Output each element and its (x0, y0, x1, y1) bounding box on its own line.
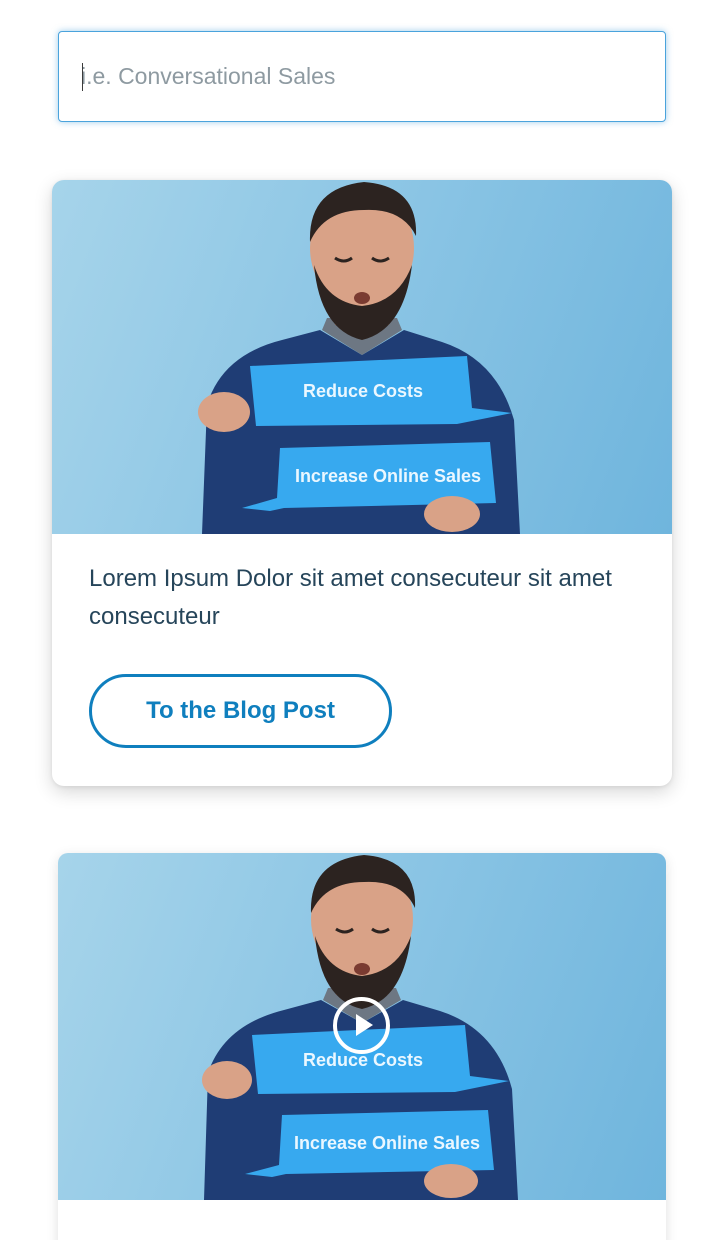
sign-text-top: Reduce Costs (303, 381, 423, 401)
blog-card-image: Reduce Costs Increase Online Sales (52, 180, 672, 534)
blog-card-text: Lorem Ipsum Dolor sit amet consecuteur s… (89, 565, 612, 630)
sign-text-bottom: Increase Online Sales (295, 466, 481, 486)
text-caret (82, 63, 83, 91)
video-card-image[interactable]: Reduce Costs Increase Online Sales (58, 853, 666, 1200)
page: Reduce Costs Increase Online Sales Lorem… (0, 0, 722, 1240)
blog-post-button[interactable]: To the Blog Post (89, 674, 392, 748)
blog-card-body: Lorem Ipsum Dolor sit amet consecuteur s… (52, 534, 672, 748)
play-icon[interactable] (333, 997, 390, 1054)
blog-card: Reduce Costs Increase Online Sales Lorem… (52, 180, 672, 786)
play-triangle (356, 1014, 373, 1036)
search-input[interactable] (59, 32, 665, 121)
video-card: Reduce Costs Increase Online Sales (58, 853, 666, 1240)
man-holding-signs-illustration: Reduce Costs Increase Online Sales (198, 182, 520, 534)
sign-text-bottom: Increase Online Sales (294, 1133, 480, 1153)
search-field-container (58, 31, 666, 122)
